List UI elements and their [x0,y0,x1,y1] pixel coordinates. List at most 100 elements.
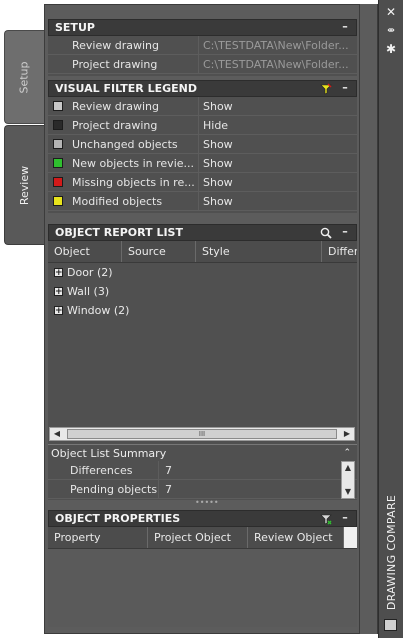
legend-section: VISUAL FILTER LEGEND – Review drawing Sho… [48,80,357,213]
palette-title-text: DRAWING COMPARE [385,494,399,611]
setup-label: Review drawing [72,38,159,52]
column-header-style[interactable]: Style [196,241,322,262]
summary-value: 7 [158,480,172,498]
tree-item-label: Door (2) [67,266,113,279]
setup-header[interactable]: SETUP – [48,19,357,36]
setup-label: Project drawing [72,57,158,71]
summary-label: Differences [70,463,133,477]
chevron-up-icon[interactable]: ⌃ [343,448,351,458]
setup-value[interactable]: C:\TESTDATA\New\Folder... [198,36,357,54]
legend-row[interactable]: Unchanged objects Show [48,135,357,154]
summary-header[interactable]: Object List Summary ⌃ [48,444,357,461]
color-swatch-icon [53,120,63,130]
setup-value[interactable]: C:\TESTDATA\New\Folder... [198,55,357,73]
column-header-differences[interactable]: Differ [322,241,357,262]
properties-collapse-icon[interactable]: – [338,511,352,524]
scroll-thumb[interactable]: III [67,429,337,439]
palette-menu-icon[interactable] [384,619,397,631]
summary-title: Object List Summary [51,446,167,460]
setup-row-review[interactable]: Review drawing C:\TESTDATA\New\Folder... [48,36,357,55]
legend-visibility[interactable]: Show [198,135,357,153]
column-header-review-object[interactable]: Review Object [248,527,344,548]
summary-label: Pending objects [70,482,158,496]
palette-tabs: Setup Review [0,0,44,638]
tree-item-label: Wall (3) [67,285,110,298]
object-list-summary: Object List Summary ⌃ Differences 7 Pend… [48,444,357,499]
column-header-source[interactable]: Source [122,241,196,262]
drawing-compare-palette: Setup Review ✕ ⇼ ✱ DRAWING COMPARE SETUP… [0,0,403,638]
legend-title: VISUAL FILTER LEGEND [55,82,197,95]
expand-icon[interactable]: + [54,306,63,316]
legend-label: Missing objects in re... [72,175,195,189]
legend-header[interactable]: VISUAL FILTER LEGEND – [48,80,357,97]
tree-item[interactable]: + Wall (3) [48,282,357,301]
legend-label: Review drawing [72,99,159,113]
tree-item-label: Window (2) [67,304,130,317]
setup-section: SETUP – Review drawing C:\TESTDATA\New\F… [48,19,357,76]
report-header[interactable]: OBJECT REPORT LIST – [48,224,357,241]
summary-value: 7 [158,461,172,479]
summary-vertical-scrollbar[interactable]: ▲ ▼ [341,461,355,499]
color-swatch-icon [53,158,63,168]
palette-scroll-strip [360,4,378,634]
legend-label: Unchanged objects [72,137,178,151]
expand-icon[interactable]: + [54,268,63,278]
tab-setup[interactable]: Setup [4,30,44,124]
tree-item[interactable]: + Door (2) [48,263,357,282]
color-swatch-icon [53,101,63,111]
legend-row[interactable]: Missing objects in re... Show [48,173,357,192]
legend-row[interactable]: Review drawing Show [48,97,357,116]
properties-column-headers: Property Project Object Review Object [48,527,357,549]
tree-item[interactable]: + Window (2) [48,301,357,320]
legend-visibility[interactable]: Show [198,192,357,210]
legend-visibility[interactable]: Show [198,97,357,115]
tab-review-label: Review [18,165,31,205]
scroll-left-icon[interactable]: ◀ [50,428,64,440]
splitter-grip[interactable]: ••••• [195,499,219,507]
legend-visibility[interactable]: Show [198,173,357,191]
legend-collapse-icon[interactable]: – [338,81,352,94]
legend-visibility[interactable]: Hide [198,116,357,134]
color-swatch-icon [53,196,63,206]
filter-icon[interactable] [320,83,332,95]
properties-title: OBJECT PROPERTIES [55,512,181,525]
properties-section: OBJECT PROPERTIES – Property Project Obj… [48,510,357,627]
legend-row[interactable]: New objects in revie... Show [48,154,357,173]
legend-label: Modified objects [72,194,163,208]
tab-review[interactable]: Review [4,125,44,245]
column-header-object[interactable]: Object [48,241,122,262]
scroll-up-icon[interactable]: ▲ [342,462,354,474]
legend-visibility[interactable]: Show [198,154,357,172]
zoom-icon[interactable] [320,227,332,239]
setup-title: SETUP [55,21,95,34]
color-swatch-icon [53,177,63,187]
report-title: OBJECT REPORT LIST [55,226,183,239]
palette-title: DRAWING COMPARE [381,490,403,615]
gear-icon[interactable]: ✱ [384,42,398,56]
setup-row-project[interactable]: Project drawing C:\TESTDATA\New\Folder..… [48,55,357,74]
report-section: OBJECT REPORT LIST – Object Source Style… [48,224,357,500]
summary-row-pending: Pending objects 7 [48,480,357,499]
expand-icon[interactable]: + [54,287,63,297]
report-collapse-icon[interactable]: – [338,225,352,238]
properties-header-filler [344,527,357,548]
report-column-headers: Object Source Style Differ [48,241,357,263]
legend-label: New objects in revie... [72,156,195,170]
properties-header[interactable]: OBJECT PROPERTIES – [48,510,357,527]
legend-row[interactable]: Modified objects Show [48,192,357,211]
tab-setup-label: Setup [18,60,31,94]
color-swatch-icon [53,139,63,149]
scroll-right-icon[interactable]: ▶ [340,428,354,440]
report-horizontal-scrollbar[interactable]: ◀ III ▶ [49,427,355,441]
setup-collapse-icon[interactable]: – [338,20,352,33]
column-header-project-object[interactable]: Project Object [148,527,248,548]
scroll-down-icon[interactable]: ▼ [342,486,354,498]
close-icon[interactable]: ✕ [384,5,398,19]
pin-icon[interactable]: ⇼ [384,24,398,38]
filter-icon[interactable] [320,513,332,525]
column-header-property[interactable]: Property [48,527,148,548]
palette-titlebar: ✕ ⇼ ✱ DRAWING COMPARE [378,0,403,638]
legend-label: Project drawing [72,118,158,132]
summary-row-differences: Differences 7 [48,461,357,480]
legend-row[interactable]: Project drawing Hide [48,116,357,135]
